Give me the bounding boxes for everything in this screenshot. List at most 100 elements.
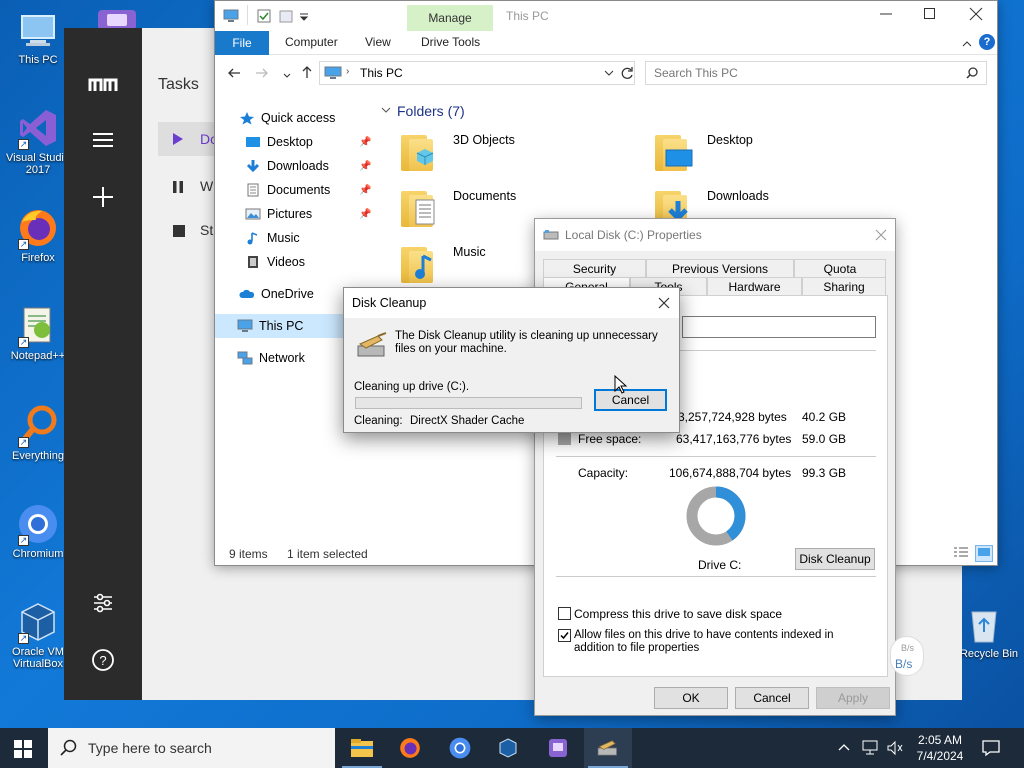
nav-videos[interactable]: Videos — [245, 255, 305, 269]
close-icon[interactable] — [658, 297, 670, 309]
nav-label: Network — [259, 351, 305, 365]
tab-file[interactable]: File — [215, 31, 269, 55]
pin-icon[interactable]: 📌 — [359, 209, 371, 220]
details-view-icon[interactable] — [953, 545, 969, 562]
documents-folder-icon — [399, 185, 443, 229]
pin-icon[interactable]: 📌 — [359, 161, 371, 172]
folder-music[interactable]: Music — [399, 241, 486, 285]
address-bar[interactable]: › This PC — [319, 61, 635, 85]
folder-documents[interactable]: Documents — [399, 185, 516, 229]
disk-usage-donut-chart — [686, 486, 746, 546]
folders-group-label: Folders (7) — [397, 103, 465, 119]
network-speed-widget[interactable]: B/s B/s — [890, 636, 924, 676]
large-icons-view-icon[interactable] — [975, 545, 993, 562]
tab-computer[interactable]: Computer — [285, 35, 338, 49]
tab-hardware[interactable]: Hardware — [707, 277, 802, 295]
address-dropdown-icon[interactable] — [604, 70, 614, 78]
menu-icon[interactable] — [92, 132, 114, 151]
nav-quick-access[interactable]: Quick access — [239, 111, 335, 125]
pin-icon[interactable]: 📌 — [359, 137, 371, 148]
nav-music[interactable]: Music — [245, 231, 300, 245]
nav-network[interactable]: Network — [237, 351, 305, 365]
folder-label: 3D Objects — [453, 133, 515, 147]
folders-group-header[interactable]: Folders (7) — [381, 103, 465, 119]
start-button[interactable] — [14, 740, 32, 761]
status-selection: 1 item selected — [287, 547, 368, 561]
index-checkbox[interactable] — [558, 629, 571, 642]
drive-name-input[interactable] — [682, 316, 876, 338]
customize-quick-access-icon[interactable] — [299, 11, 309, 25]
task-item-active[interactable]: Do — [158, 122, 218, 156]
folder-3d-objects[interactable]: 3D Objects — [399, 129, 515, 173]
help-icon[interactable]: ? — [91, 648, 115, 675]
taskbar-search-box[interactable]: Type here to search — [48, 728, 335, 768]
taskbar-file-explorer[interactable] — [338, 728, 386, 768]
compress-checkbox[interactable] — [558, 607, 571, 620]
search-icon — [966, 67, 978, 79]
manage-context-tab[interactable]: Manage — [407, 5, 493, 31]
tab-view[interactable]: View — [365, 35, 391, 49]
checkmark-icon — [560, 632, 569, 640]
play-icon — [173, 133, 183, 145]
free-space-bytes: 63,417,163,776 bytes — [676, 432, 792, 446]
visual-studio-icon: ↗ — [16, 106, 60, 150]
clock-time: 2:05 AM — [917, 733, 963, 747]
tab-drive-tools[interactable]: Drive Tools — [421, 35, 480, 49]
recent-locations-chevron-icon[interactable] — [283, 69, 291, 83]
system-clock[interactable]: 2:05 AM 7/4/2024 — [916, 732, 964, 764]
virtualbox-icon: ↗ — [16, 600, 60, 644]
taskbar-app-purple[interactable] — [534, 728, 582, 768]
breadcrumb[interactable]: This PC — [360, 66, 403, 80]
properties-icon[interactable] — [257, 9, 271, 26]
everything-search-icon: ↗ — [16, 404, 60, 448]
folder-desktop[interactable]: Desktop — [653, 129, 753, 173]
this-pc-icon — [324, 66, 342, 79]
up-arrow-icon[interactable] — [301, 65, 313, 82]
nav-pictures[interactable]: Pictures — [245, 207, 312, 221]
cancel-button[interactable]: Cancel — [735, 687, 809, 709]
tab-sharing[interactable]: Sharing — [802, 277, 886, 295]
tab-previous-versions[interactable]: Previous Versions — [646, 259, 794, 277]
taskbar-chromium[interactable] — [436, 728, 484, 768]
tab-security[interactable]: Security — [543, 259, 646, 277]
forward-arrow-icon[interactable] — [255, 67, 269, 82]
taskbar-disk-cleanup[interactable] — [584, 728, 632, 768]
search-box[interactable]: Search This PC — [645, 61, 987, 85]
cleaning-label: Cleaning: — [354, 415, 403, 427]
cleanup-cancel-button[interactable]: Cancel — [594, 389, 667, 411]
volume-muted-icon[interactable] — [886, 740, 904, 759]
folder-label: Desktop — [707, 133, 753, 147]
disk-cleanup-button[interactable]: Disk Cleanup — [795, 548, 875, 570]
minimize-button[interactable] — [879, 7, 893, 24]
task-item-label: St — [200, 222, 214, 238]
nav-this-pc[interactable]: This PC — [237, 319, 303, 333]
taskbar-firefox[interactable] — [386, 728, 434, 768]
notepad-plus-plus-icon: ↗ — [16, 304, 60, 348]
nav-label: Pictures — [267, 207, 313, 221]
network-status-icon[interactable] — [862, 740, 880, 759]
refresh-icon[interactable] — [620, 66, 634, 80]
tab-quota[interactable]: Quota — [794, 259, 886, 277]
new-folder-icon[interactable] — [279, 9, 293, 26]
ok-button[interactable]: OK — [654, 687, 728, 709]
index-label: Allow files on this drive to have conten… — [574, 629, 834, 654]
nav-desktop[interactable]: Desktop — [245, 135, 313, 149]
nav-onedrive[interactable]: OneDrive — [239, 287, 314, 301]
nav-documents[interactable]: Documents — [245, 183, 330, 197]
close-icon[interactable] — [875, 229, 887, 241]
add-icon[interactable] — [92, 186, 114, 211]
expand-ribbon-icon[interactable] — [961, 38, 973, 52]
settings-sliders-icon[interactable] — [92, 592, 114, 617]
close-button[interactable] — [969, 7, 983, 24]
capacity-label: Capacity: — [578, 466, 629, 480]
notifications-icon[interactable] — [982, 739, 1000, 760]
pin-icon[interactable]: 📌 — [359, 185, 371, 196]
help-icon[interactable]: ? — [979, 34, 995, 50]
maximize-button[interactable] — [923, 7, 937, 24]
show-hidden-icons-chevron-icon[interactable] — [838, 741, 850, 755]
nav-downloads[interactable]: Downloads — [245, 159, 329, 173]
apply-button[interactable]: Apply — [816, 687, 890, 709]
taskbar-virtualbox[interactable] — [484, 728, 532, 768]
back-arrow-icon[interactable] — [227, 67, 241, 82]
cleaning-item: DirectX Shader Cache — [410, 415, 525, 427]
